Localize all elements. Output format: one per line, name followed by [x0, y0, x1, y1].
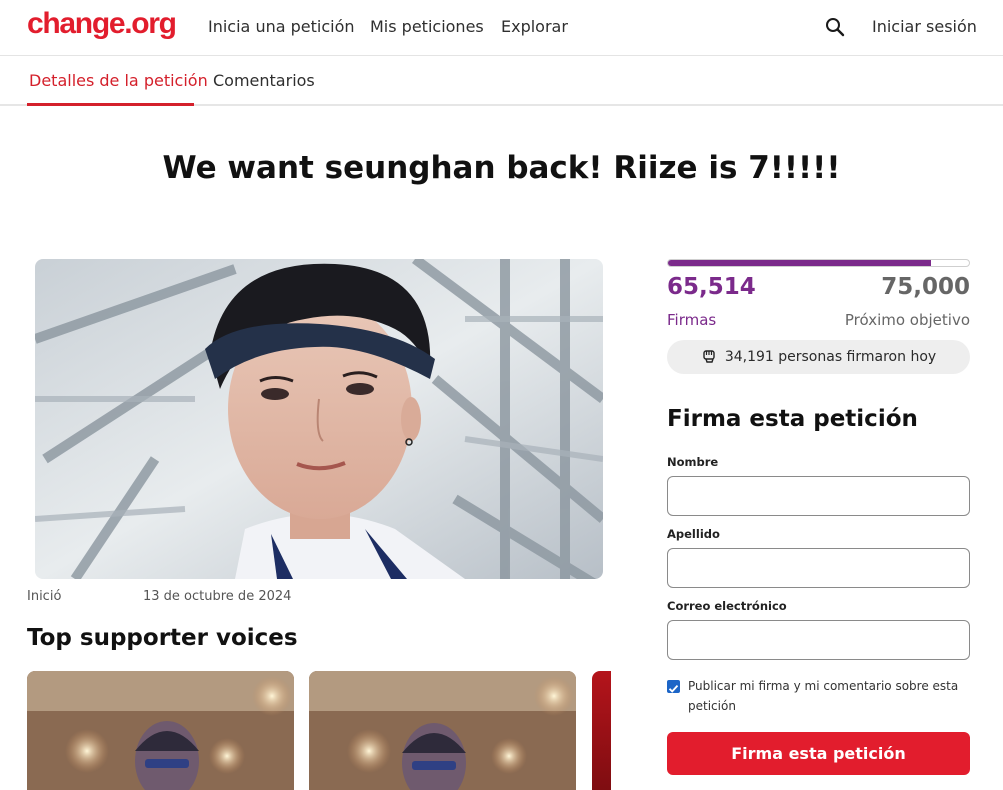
first-name-field[interactable]: [667, 476, 970, 516]
checkmark-icon: [668, 684, 679, 693]
last-name-field[interactable]: [667, 548, 970, 588]
signature-goal-label: Próximo objetivo: [844, 311, 970, 329]
sign-petition-button[interactable]: Firma esta petición: [667, 732, 970, 775]
signature-count: 65,514: [667, 274, 756, 300]
start-date: 13 de octubre de 2024: [143, 589, 292, 604]
raised-fist-icon: [701, 347, 717, 367]
change-org-logo[interactable]: change.org: [27, 7, 177, 41]
active-tab-indicator: [27, 103, 194, 106]
tab-petition-details[interactable]: Detalles de la petición: [29, 71, 208, 90]
sign-form-title: Firma esta petición: [667, 406, 918, 432]
petition-tabs: Detalles de la petición Comentarios: [0, 56, 1003, 106]
signed-today-text: 34,191 personas firmaron hoy: [724, 349, 937, 365]
publish-checkbox-label[interactable]: Publicar mi firma y mi comentario sobre …: [688, 676, 970, 716]
email-field[interactable]: [667, 620, 970, 660]
first-name-label: Nombre: [667, 455, 719, 469]
search-icon[interactable]: [824, 16, 846, 38]
nav-explore[interactable]: Explorar: [501, 17, 568, 36]
signed-today-badge: 34,191 personas firmaron hoy: [667, 340, 970, 374]
petition-hero-image: [35, 259, 603, 579]
supporter-voice-card[interactable]: [309, 671, 576, 790]
supporter-voices-heading: Top supporter voices: [27, 625, 298, 651]
signature-progress-fill: [668, 260, 932, 266]
nav-start-petition[interactable]: Inicia una petición: [208, 17, 355, 36]
signature-goal: 75,000: [881, 274, 970, 300]
supporter-voice-card[interactable]: [27, 671, 294, 790]
nav-my-petitions[interactable]: Mis peticiones: [370, 17, 484, 36]
supporter-voice-card-partial[interactable]: [592, 671, 611, 790]
email-label: Correo electrónico: [667, 599, 787, 613]
tab-comments[interactable]: Comentarios: [213, 71, 315, 90]
top-header: change.org Inicia una petición Mis petic…: [0, 0, 1003, 56]
last-name-label: Apellido: [667, 527, 720, 541]
petition-title: We want seunghan back! Riize is 7!!!!!: [162, 150, 841, 186]
start-label: Inició: [27, 589, 62, 604]
signature-progress-bar: [667, 259, 970, 267]
publish-checkbox[interactable]: [667, 680, 680, 693]
signature-count-label: Firmas: [667, 311, 717, 329]
login-link[interactable]: Iniciar sesión: [872, 17, 977, 36]
